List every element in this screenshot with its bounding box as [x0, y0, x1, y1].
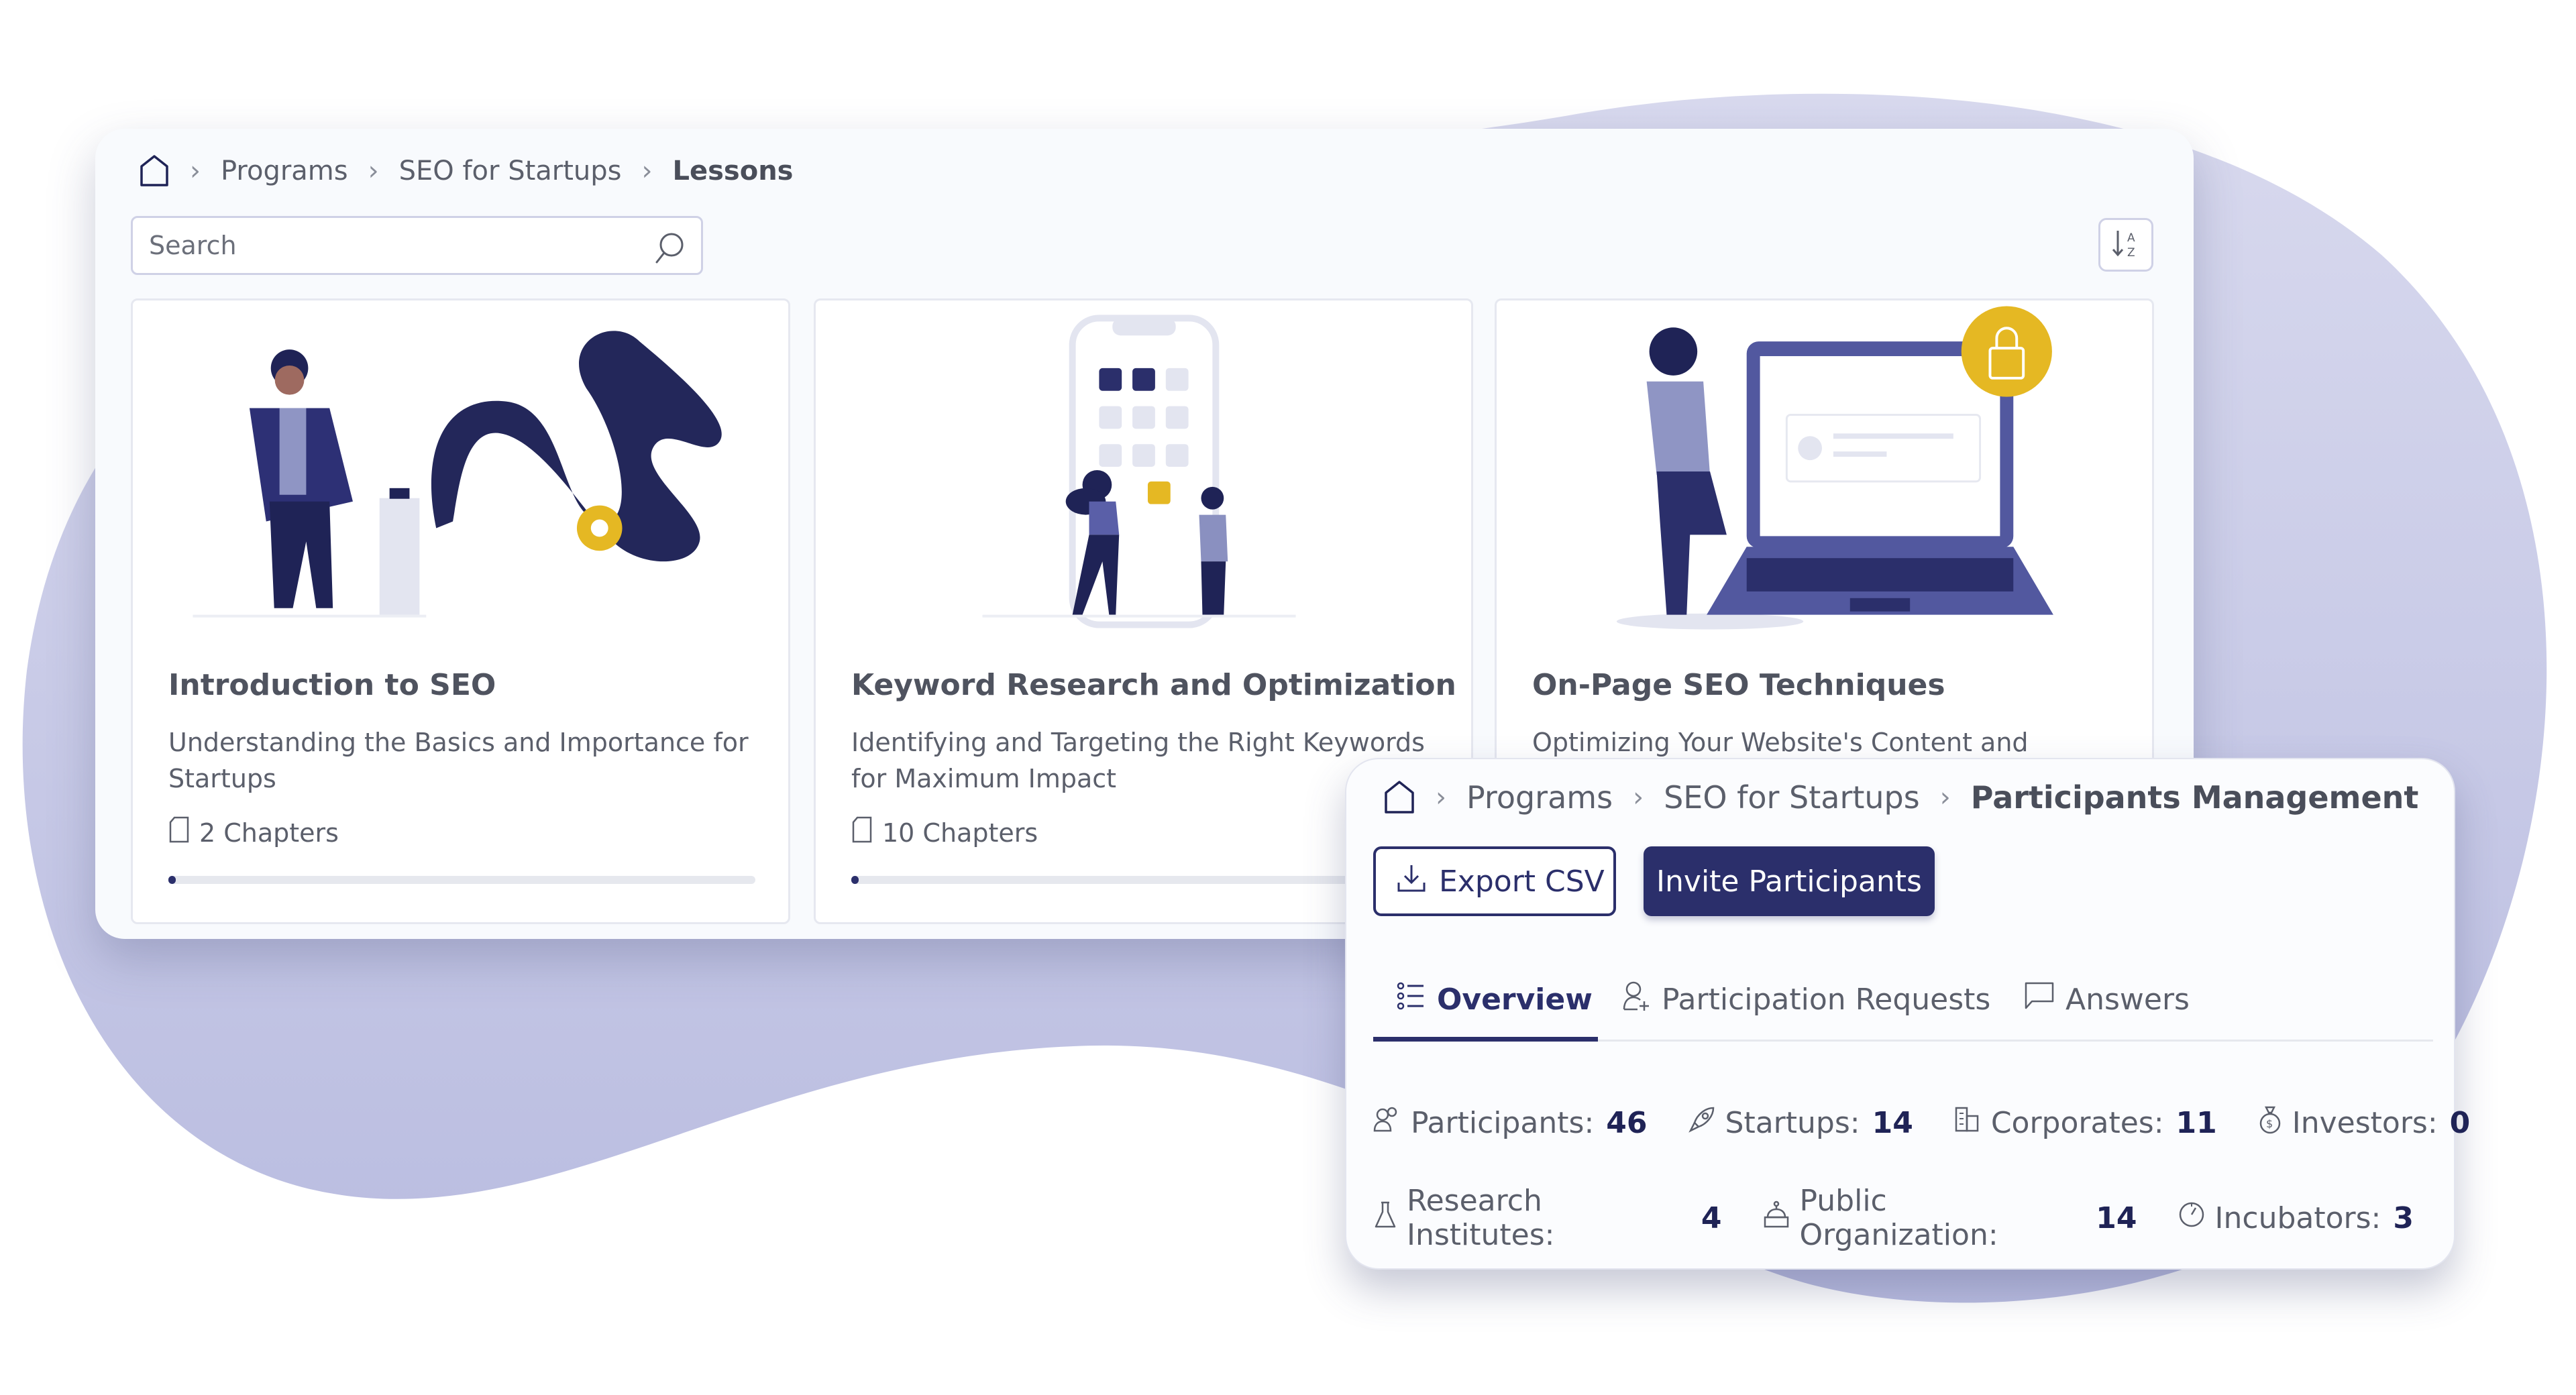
rocket-icon: [1688, 1105, 1725, 1141]
tab-bar: Overview Participation Requests Answers: [1373, 972, 2433, 1042]
lesson-description: Understanding the Basics and Importance …: [168, 728, 749, 793]
invite-participants-button[interactable]: Invite Participants: [1644, 846, 1935, 916]
participants-panel: › Programs › SEO for Startups › Particip…: [1345, 758, 2470, 1270]
export-csv-button[interactable]: Export CSV: [1373, 846, 1616, 916]
chevron-right-icon: ›: [1633, 782, 1644, 813]
lesson-title: Introduction to SEO: [168, 668, 496, 702]
breadcrumb-current: Participants Management: [1970, 779, 2419, 816]
lesson-title: Keyword Research and Optimization: [851, 668, 1456, 702]
chevron-right-icon: ›: [1436, 782, 1446, 813]
search-input[interactable]: [148, 230, 620, 261]
flask-icon: [1373, 1200, 1407, 1237]
active-tab-indicator: [1373, 1037, 1598, 1042]
user-add-icon: [1621, 980, 1662, 1019]
gauge-icon: [2178, 1201, 2215, 1236]
stat-startups: Startups: 14: [1688, 1105, 1913, 1141]
progress-fill: [851, 876, 859, 884]
home-icon[interactable]: [1383, 780, 1415, 815]
breadcrumb-program[interactable]: SEO for Startups: [1664, 779, 1920, 816]
progress-bar: [168, 876, 755, 884]
stat-investors: $ Investors: 0: [2257, 1105, 2470, 1141]
stat-corporates: Corporates: 11: [1953, 1105, 2217, 1141]
document-icon: [851, 816, 882, 850]
government-icon: [1762, 1200, 1800, 1237]
locked-laptop-illustration: [1616, 306, 2053, 630]
breadcrumb-programs[interactable]: Programs: [1466, 779, 1613, 816]
chapters-count: 2 Chapters: [168, 816, 339, 850]
list-icon: [1397, 981, 1437, 1018]
breadcrumb-program[interactable]: SEO for Startups: [399, 156, 622, 186]
download-icon: [1396, 862, 1439, 901]
stats-row: Participants: 46 Startups: 14 Corporates…: [1373, 1105, 2510, 1141]
lesson-card[interactable]: Introduction to SEO Understanding the Ba…: [131, 298, 790, 924]
chevron-right-icon: ›: [641, 156, 653, 186]
home-icon[interactable]: [139, 154, 170, 188]
tab-overview[interactable]: Overview: [1397, 972, 1593, 1026]
breadcrumb-current: Lessons: [672, 156, 794, 186]
svg-text:Z: Z: [2127, 246, 2135, 259]
svg-text:$: $: [2266, 1117, 2273, 1130]
users-icon: [1373, 1105, 1411, 1141]
tab-participation-requests[interactable]: Participation Requests: [1621, 972, 1990, 1026]
launch-illustration: [193, 331, 722, 618]
app-tiles-illustration: [982, 315, 1296, 628]
tab-answers[interactable]: Answers: [2024, 972, 2190, 1026]
comment-icon: [2024, 981, 2065, 1018]
breadcrumb-programs[interactable]: Programs: [221, 156, 348, 186]
svg-text:A: A: [2127, 231, 2135, 245]
chevron-right-icon: ›: [368, 156, 379, 186]
chapters-count: 10 Chapters: [851, 816, 1038, 850]
search-box: [131, 216, 703, 275]
lesson-title: On-Page SEO Techniques: [1532, 668, 1945, 702]
progress-fill: [168, 876, 176, 884]
stat-public-organization: Public Organization: 14: [1762, 1184, 2137, 1252]
stat-incubators: Incubators: 3: [2178, 1201, 2414, 1236]
sort-button[interactable]: AZ: [2098, 218, 2153, 272]
chevron-right-icon: ›: [190, 156, 201, 186]
chevron-right-icon: ›: [1939, 782, 1951, 813]
stat-research-institutes: Research Institutes: 4: [1373, 1184, 1722, 1252]
breadcrumb: › Programs › SEO for Startups › Particip…: [1383, 779, 2418, 816]
document-icon: [168, 816, 199, 850]
search-icon[interactable]: [653, 230, 686, 268]
sort-alpha-down-icon: AZ: [2111, 228, 2141, 262]
money-bag-icon: $: [2257, 1105, 2292, 1141]
stats-row: Research Institutes: 4 Public Organizati…: [1373, 1184, 2454, 1252]
breadcrumb: › Programs › SEO for Startups › Lessons: [139, 154, 793, 188]
building-icon: [1953, 1105, 1991, 1141]
stat-participants: Participants: 46: [1373, 1105, 1648, 1141]
